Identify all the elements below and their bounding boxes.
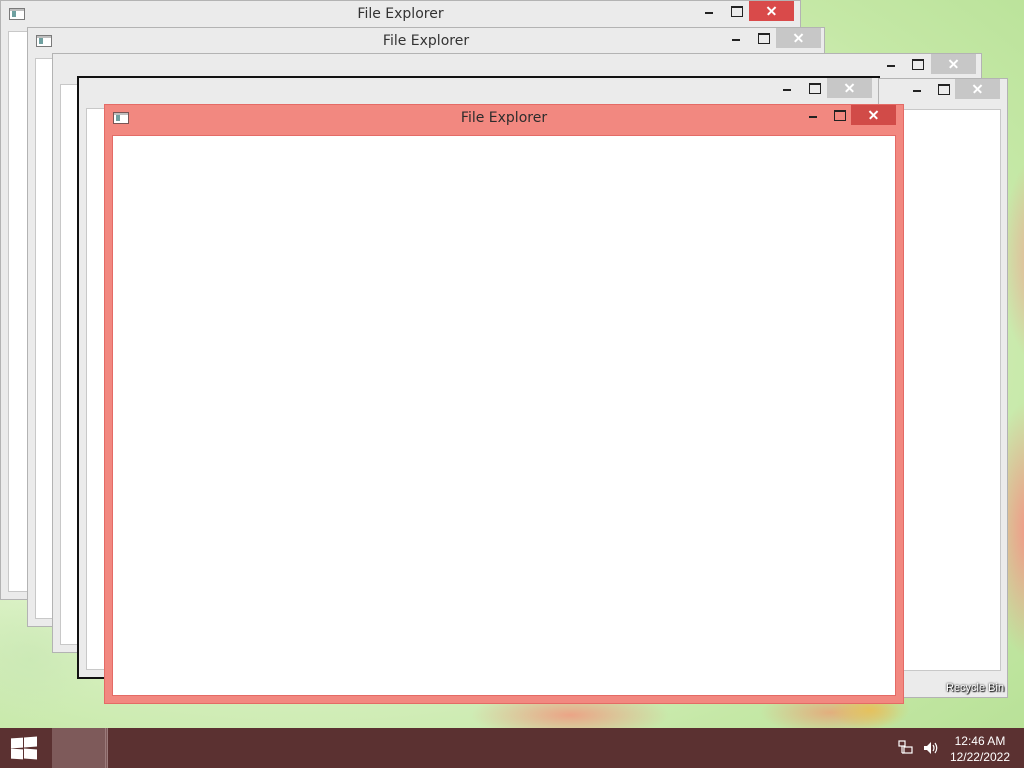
maximize-button[interactable]	[750, 28, 776, 48]
volume-icon[interactable]	[922, 740, 940, 756]
desktop: File Explorer File Explorer File Explore…	[0, 0, 1024, 728]
clock-time: 12:46 AM	[954, 734, 1006, 748]
window-titlebar[interactable]	[879, 79, 1007, 107]
close-button[interactable]	[776, 28, 821, 48]
maximize-button[interactable]	[723, 1, 749, 21]
start-button[interactable]	[0, 728, 48, 768]
window-titlebar[interactable]: File Explorer	[1, 1, 800, 29]
recycle-bin-label[interactable]: Recycle Bin	[946, 682, 1004, 694]
minimize-button[interactable]	[723, 28, 749, 48]
maximize-button[interactable]	[930, 79, 956, 99]
window-titlebar[interactable]	[79, 78, 878, 106]
taskbar-clock[interactable]: 12:46 AM 12/22/2022	[950, 733, 1010, 765]
minimize-button[interactable]	[774, 78, 800, 98]
close-button[interactable]	[931, 54, 976, 74]
taskbar-button-file-explorer[interactable]	[52, 728, 108, 768]
window-titlebar[interactable]: File Explorer	[28, 28, 824, 56]
clock-date: 12/22/2022	[949, 750, 1010, 764]
minimize-button[interactable]	[800, 105, 826, 125]
close-button[interactable]	[955, 79, 1000, 99]
active-file-explorer-window[interactable]: File Explorer	[104, 104, 904, 704]
network-icon[interactable]	[898, 740, 914, 756]
window-title: File Explorer	[357, 6, 444, 22]
close-button[interactable]	[749, 1, 794, 21]
minimize-button[interactable]	[696, 1, 722, 21]
close-button[interactable]	[851, 105, 896, 125]
close-button[interactable]	[827, 78, 872, 98]
maximize-button[interactable]	[826, 105, 852, 125]
minimize-button[interactable]	[904, 79, 930, 99]
maximize-button[interactable]	[904, 54, 930, 74]
window-content[interactable]	[112, 135, 896, 696]
window-title: File Explorer	[382, 33, 470, 49]
windows-logo-icon	[11, 736, 37, 760]
window-titlebar[interactable]: File Explorer	[105, 105, 903, 133]
window-title: File Explorer	[460, 110, 548, 126]
maximize-button[interactable]	[801, 78, 827, 98]
taskbar: 12:46 AM 12/22/2022	[0, 728, 1024, 768]
minimize-button[interactable]	[878, 54, 904, 74]
